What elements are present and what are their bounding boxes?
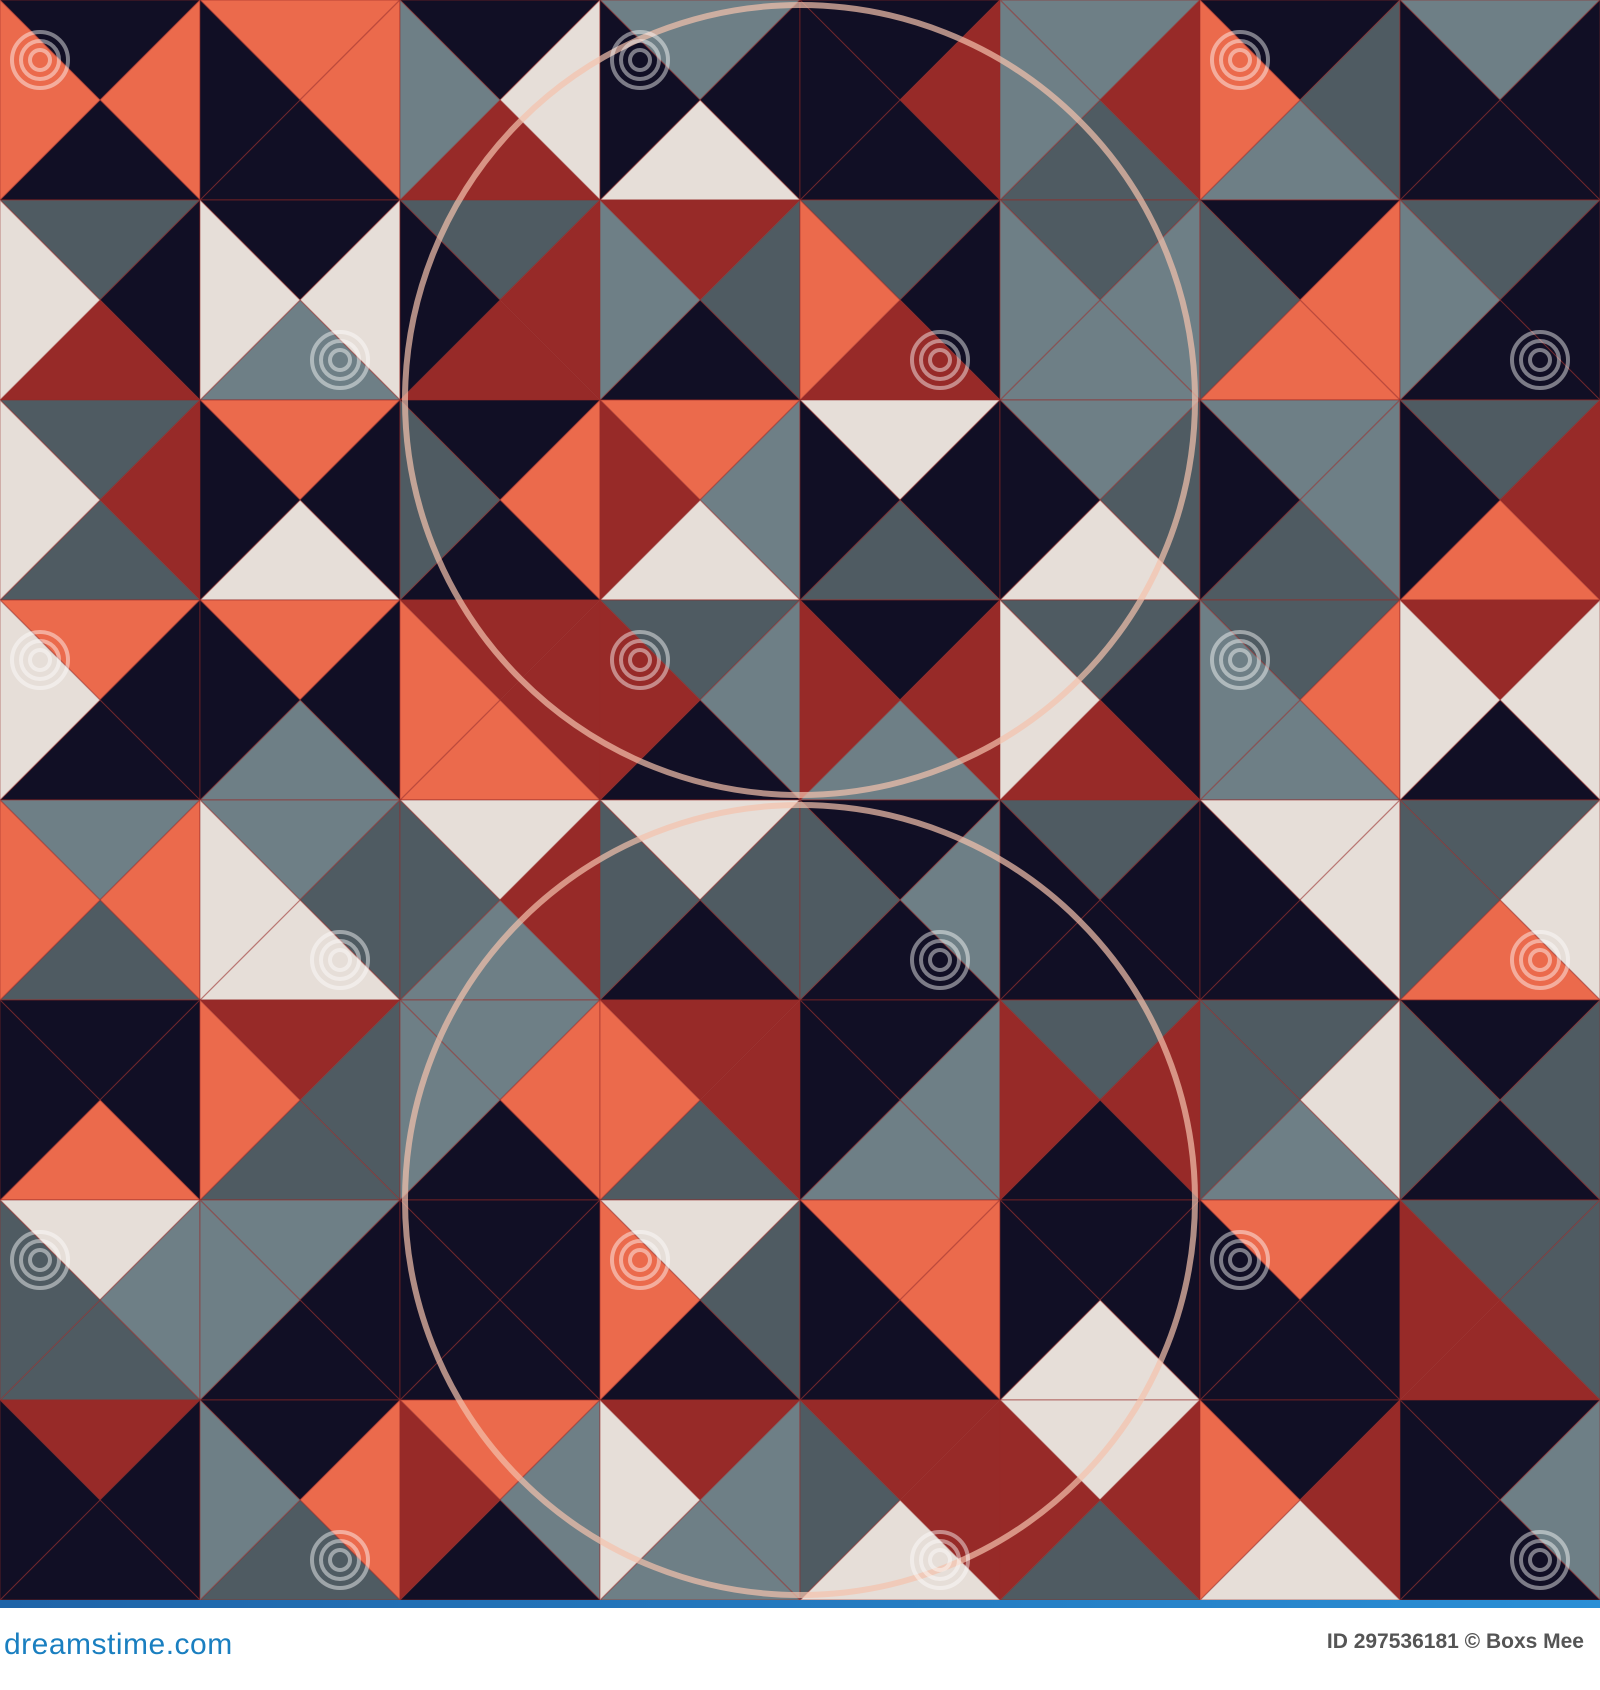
geometric-pattern <box>0 0 1600 1600</box>
brand-logo[interactable]: dreamstime.com <box>4 1628 233 1662</box>
image-id-label: ID 297536181 © Boxs Mee <box>1326 1630 1584 1653</box>
footer: dreamstime.com ID 297536181 © Boxs Mee <box>0 1608 1600 1690</box>
triangle-tiles <box>0 0 1600 1600</box>
footer-accent-bar <box>0 1600 1600 1608</box>
